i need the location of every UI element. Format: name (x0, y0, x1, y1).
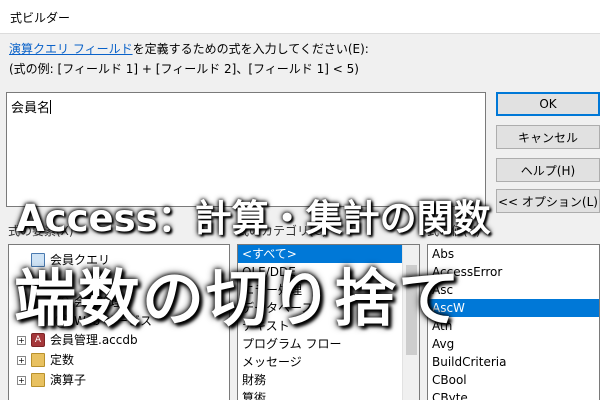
instruction-text: 演算クエリ フィールドを定義するための式を入力してください(E): (9, 40, 369, 58)
overlay-subtitle: Access：計算・集計の関数 (16, 197, 491, 240)
instruction-label: を定義するための式を入力してください(E): (132, 42, 369, 56)
window-title: 式ビルダー (10, 11, 71, 25)
expand-icon[interactable]: + (17, 355, 26, 365)
expand-icon[interactable]: + (17, 375, 26, 385)
list-item-value[interactable]: CBool (428, 371, 599, 389)
ok-button[interactable]: OK (496, 92, 600, 116)
folder-icon (31, 353, 45, 367)
list-item-category[interactable]: メッセージ (238, 353, 419, 371)
expression-value: 会員名 (11, 101, 51, 116)
options-button[interactable]: << オプション(L) (496, 189, 600, 213)
calculated-field-link[interactable]: 演算クエリ フィールド (9, 42, 133, 56)
text-caret (50, 100, 52, 114)
list-item-category[interactable]: 財務 (238, 371, 419, 389)
overlay-title: 端数の切り捨て (14, 262, 463, 335)
list-item-value[interactable]: CByte (428, 389, 599, 400)
folder-icon (31, 373, 45, 387)
tree-item-operators[interactable]: + 演算子 (17, 371, 86, 389)
expression-example: (式の例: [フィールド 1] + [フィールド 2]、[フィールド 1] < … (9, 62, 359, 76)
list-item-value[interactable]: BuildCriteria (428, 353, 599, 371)
title-bar: 式ビルダー (0, 0, 600, 34)
help-button[interactable]: ヘルプ(H) (496, 158, 600, 182)
cancel-button[interactable]: キャンセル (496, 125, 600, 149)
list-item-category[interactable]: 算術 (238, 389, 419, 400)
tree-item-constants[interactable]: + 定数 (17, 351, 74, 369)
